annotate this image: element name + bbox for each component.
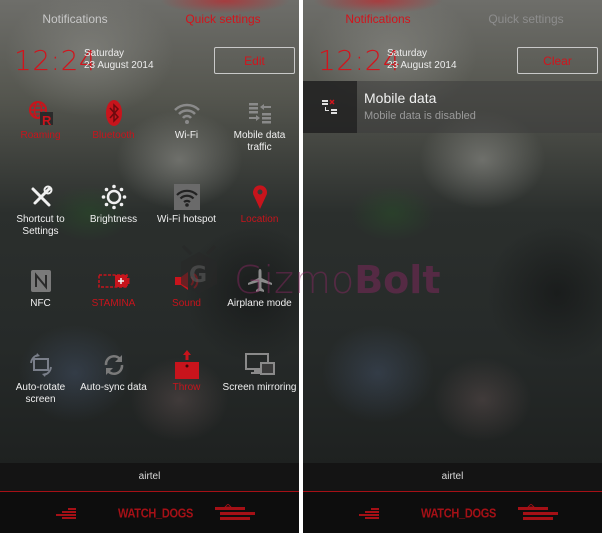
carrier-bar: airtel xyxy=(303,463,602,491)
tile-label: Auto-sync data xyxy=(80,382,147,393)
screen-mirroring-icon xyxy=(222,350,297,380)
recent-apps-icon[interactable] xyxy=(518,504,558,522)
day-label: Saturday xyxy=(84,48,125,59)
home-button-brand[interactable]: WATCH_DOGS xyxy=(421,507,496,521)
tile-screen-mirroring[interactable]: Screen mirroring xyxy=(222,350,297,394)
tile-label: STAMINA xyxy=(91,298,136,309)
svg-text:R: R xyxy=(42,113,52,126)
watermark-part2: Bolt xyxy=(354,258,441,302)
navigation-bar: WATCH_DOGS xyxy=(0,491,299,533)
rotate-icon xyxy=(3,350,78,380)
tile-auto-rotate[interactable]: Auto-rotate screen xyxy=(3,350,78,406)
home-button-brand[interactable]: WATCH_DOGS xyxy=(118,507,193,521)
notification-subtitle: Mobile data is disabled xyxy=(364,110,476,122)
tile-throw[interactable]: Throw xyxy=(149,350,224,394)
recent-apps-icon[interactable] xyxy=(215,504,255,522)
tile-shortcut-settings[interactable]: Shortcut to Settings xyxy=(3,182,78,238)
nfc-icon xyxy=(3,266,78,296)
tile-stamina[interactable]: STAMINA xyxy=(76,266,151,310)
tab-quick-settings[interactable]: Quick settings xyxy=(451,12,601,26)
svg-text:G: G xyxy=(189,263,207,288)
tile-label: Screen mirroring xyxy=(222,382,297,393)
watermark-part1: Gizmo xyxy=(234,258,355,302)
tile-location[interactable]: Location xyxy=(222,182,297,226)
clock-row: 12:24 Saturday 23 August 2014 Edit xyxy=(0,44,299,78)
edit-button[interactable]: Edit xyxy=(214,47,295,74)
tile-label: Wi-Fi xyxy=(174,130,199,141)
tile-brightness[interactable]: Brightness xyxy=(76,182,151,226)
tile-label: Bluetooth xyxy=(92,130,135,141)
tab-bar: Notifications Quick settings xyxy=(0,0,299,40)
brightness-icon xyxy=(76,182,151,212)
watermark-logo-icon: G xyxy=(181,244,217,294)
mobile-data-disabled-icon xyxy=(303,81,357,133)
tile-wifi-hotspot[interactable]: Wi-Fi hotspot xyxy=(149,182,224,226)
tile-label: NFC xyxy=(30,298,51,309)
tile-auto-sync[interactable]: Auto-sync data xyxy=(76,350,151,394)
notification-title: Mobile data xyxy=(364,90,437,106)
location-pin-icon xyxy=(222,182,297,212)
tools-icon xyxy=(3,182,78,212)
tile-mobile-data-traffic[interactable]: Mobile data traffic xyxy=(222,98,297,154)
clear-button[interactable]: Clear xyxy=(517,47,598,74)
wifi-icon xyxy=(149,98,224,128)
tab-notifications[interactable]: Notifications xyxy=(303,12,453,26)
tile-label: Brightness xyxy=(89,214,138,225)
back-icon[interactable] xyxy=(359,508,381,520)
date-label: 23 August 2014 xyxy=(387,60,457,71)
bluetooth-icon xyxy=(76,98,151,128)
tile-label: Sound xyxy=(172,298,201,309)
date-label: 23 August 2014 xyxy=(84,60,154,71)
mobile-data-icon xyxy=(222,98,297,128)
tile-label: Auto-rotate screen xyxy=(15,382,66,405)
tab-bar: Notifications Quick settings xyxy=(303,0,602,40)
clock-date: Saturday 23 August 2014 xyxy=(387,48,457,72)
tile-label: Wi-Fi hotspot xyxy=(157,214,216,225)
carrier-bar: airtel xyxy=(0,463,299,491)
tile-roaming[interactable]: R Roaming xyxy=(3,98,78,142)
tile-label: Shortcut to Settings xyxy=(16,214,65,237)
tile-label: Location xyxy=(240,214,279,225)
battery-stamina-icon xyxy=(76,266,151,296)
tile-wifi[interactable]: Wi-Fi xyxy=(149,98,224,142)
clock-row: 12:24 Saturday 23 August 2014 Clear xyxy=(303,44,602,78)
roaming-icon: R xyxy=(3,98,78,128)
sync-icon xyxy=(76,350,151,380)
day-label: Saturday xyxy=(387,48,428,59)
hotspot-icon xyxy=(149,182,224,212)
notification-item[interactable]: Mobile data Mobile data is disabled xyxy=(303,81,602,133)
watermark: GizmoBolt xyxy=(234,258,440,302)
tab-quick-settings[interactable]: Quick settings xyxy=(148,12,298,26)
throw-icon xyxy=(149,350,224,380)
tile-nfc[interactable]: NFC xyxy=(3,266,78,310)
tile-bluetooth[interactable]: Bluetooth xyxy=(76,98,151,142)
back-icon[interactable] xyxy=(56,508,78,520)
tab-notifications[interactable]: Notifications xyxy=(0,12,150,26)
clock-date: Saturday 23 August 2014 xyxy=(84,48,154,72)
tile-label: Roaming xyxy=(20,130,61,141)
navigation-bar: WATCH_DOGS xyxy=(303,491,602,533)
tile-label: Throw xyxy=(172,382,201,393)
tile-label: Mobile data traffic xyxy=(233,130,286,153)
